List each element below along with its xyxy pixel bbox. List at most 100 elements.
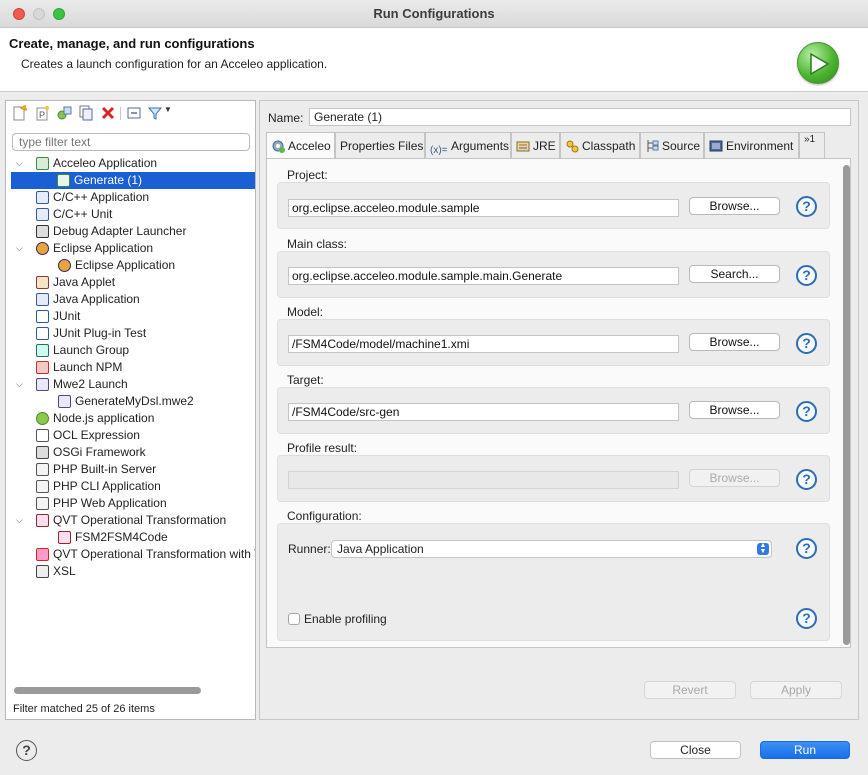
- run-button[interactable]: Run: [760, 741, 850, 759]
- tree-item[interactable]: PHP CLI Application: [6, 478, 255, 495]
- model-help-icon[interactable]: ?: [796, 333, 817, 354]
- expand-chevron-down-icon[interactable]: ⌵: [16, 155, 26, 172]
- tree-item[interactable]: GenerateMyDsl.mwe2: [6, 393, 255, 410]
- php-icon: [36, 480, 49, 493]
- horizontal-scrollbar[interactable]: [14, 687, 201, 694]
- revert-button[interactable]: Revert: [644, 681, 736, 699]
- tab-arguments[interactable]: (x)= Arguments: [425, 132, 511, 158]
- tree-item[interactable]: Eclipse Application: [6, 257, 255, 274]
- enable-profiling-checkbox[interactable]: [288, 613, 300, 625]
- main-class-search-button[interactable]: Search...: [689, 265, 780, 283]
- configuration-editor-panel: Name: Generate (1) Acceleo Properties Fi…: [259, 100, 859, 720]
- junit-plugin-icon: [36, 327, 49, 340]
- project-help-icon[interactable]: ?: [796, 196, 817, 217]
- model-input[interactable]: /FSM4Code/model/machine1.xmi: [288, 335, 679, 353]
- collapse-all-icon[interactable]: [126, 105, 142, 121]
- tab-jre-label: JRE: [533, 139, 556, 153]
- filter-icon[interactable]: [147, 105, 163, 121]
- tree-item[interactable]: C/C++ Unit: [6, 206, 255, 223]
- tree-item-label: Eclipse Application: [75, 258, 176, 272]
- runner-select-value: Java Application: [337, 542, 424, 556]
- tree-item-label: Eclipse Application: [53, 241, 154, 255]
- close-button[interactable]: Close: [650, 741, 741, 759]
- tree-item[interactable]: OCL Expression: [6, 427, 255, 444]
- main-class-label: Main class:: [287, 237, 348, 251]
- name-label: Name:: [268, 111, 304, 125]
- tree-item-label: Acceleo Application: [53, 156, 158, 170]
- duplicate-config-icon[interactable]: [78, 105, 94, 121]
- tree-item-label: C/C++ Unit: [53, 207, 113, 221]
- tree-item[interactable]: PHP Web Application: [6, 495, 255, 512]
- tree-item[interactable]: ⌵ Mwe2 Launch: [6, 376, 255, 393]
- tree-item-label: Launch Group: [53, 343, 130, 357]
- launch-group-icon: [36, 344, 49, 357]
- target-input[interactable]: /FSM4Code/src-gen: [288, 403, 679, 421]
- c-unit-icon: [36, 208, 49, 221]
- expand-chevron-down-icon[interactable]: ⌵: [16, 512, 26, 529]
- target-browse-button[interactable]: Browse...: [689, 401, 780, 419]
- new-prototype-icon[interactable]: P: [34, 105, 50, 121]
- qvt-trace-icon: [36, 548, 49, 561]
- tree-item[interactable]: QVT Operational Transformation with Trac…: [6, 546, 255, 563]
- tree-item-selected[interactable]: Generate (1): [11, 172, 255, 189]
- expand-chevron-down-icon[interactable]: ⌵: [16, 240, 26, 257]
- tab-properties-files[interactable]: Properties Files: [335, 132, 425, 158]
- tree-item[interactable]: Launch NPM: [6, 359, 255, 376]
- tab-jre[interactable]: JRE: [511, 132, 560, 158]
- tab-classpath[interactable]: Classpath: [560, 132, 640, 158]
- name-input[interactable]: Generate (1): [309, 108, 851, 126]
- tab-overflow-button[interactable]: »1: [799, 132, 825, 158]
- profile-result-help-icon[interactable]: ?: [796, 469, 817, 490]
- tree-item[interactable]: Node.js application: [6, 410, 255, 427]
- tree-item[interactable]: ⌵ Eclipse Application: [6, 240, 255, 257]
- tree-item[interactable]: ⌵ Acceleo Application: [6, 155, 255, 172]
- tree-item[interactable]: JUnit: [6, 308, 255, 325]
- filter-input[interactable]: [12, 133, 250, 151]
- delete-config-icon[interactable]: [100, 105, 116, 121]
- tree-item[interactable]: PHP Built-in Server: [6, 461, 255, 478]
- apply-button[interactable]: Apply: [750, 681, 842, 699]
- tab-environment-label: Environment: [726, 139, 794, 153]
- java-applet-icon: [36, 276, 49, 289]
- profile-result-input: [288, 471, 679, 489]
- toolbar-divider: [120, 107, 121, 120]
- project-browse-button[interactable]: Browse...: [689, 197, 780, 215]
- export-config-icon[interactable]: [56, 105, 72, 121]
- junit-icon: [36, 310, 49, 323]
- tab-overflow-label: »1: [804, 134, 816, 145]
- tab-environment[interactable]: Environment: [704, 132, 799, 158]
- profiling-help-icon[interactable]: ?: [796, 608, 817, 629]
- tree-item[interactable]: C/C++ Application: [6, 189, 255, 206]
- tree-item[interactable]: ⌵ QVT Operational Transformation: [6, 512, 255, 529]
- profile-result-browse-button: Browse...: [689, 469, 780, 487]
- filter-menu-chevron-down-icon[interactable]: ▼: [164, 105, 174, 121]
- runner-select[interactable]: Java Application ▲ ▼: [331, 540, 772, 558]
- php-icon: [36, 497, 49, 510]
- model-browse-button[interactable]: Browse...: [689, 333, 780, 351]
- tree-item-label: QVT Operational Transformation with Trac…: [53, 547, 255, 561]
- dialog-help-icon[interactable]: ?: [16, 740, 37, 761]
- tree-item[interactable]: JUnit Plug-in Test: [6, 325, 255, 342]
- vertical-scrollbar[interactable]: [843, 165, 850, 645]
- mwe2-file-icon: [58, 395, 71, 408]
- tree-item[interactable]: Java Application: [6, 291, 255, 308]
- new-config-icon[interactable]: [12, 104, 28, 121]
- tab-source[interactable]: Source: [640, 132, 704, 158]
- main-class-input[interactable]: org.eclipse.acceleo.module.sample.main.G…: [288, 267, 679, 285]
- expand-chevron-down-icon[interactable]: ⌵: [16, 376, 26, 393]
- tree-item[interactable]: OSGi Framework: [6, 444, 255, 461]
- model-label: Model:: [287, 305, 324, 319]
- tree-item[interactable]: XSL: [6, 563, 255, 580]
- tree-item[interactable]: Java Applet: [6, 274, 255, 291]
- target-help-icon[interactable]: ?: [796, 401, 817, 422]
- runner-help-icon[interactable]: ?: [796, 538, 817, 559]
- acceleo-icon: [36, 157, 49, 170]
- tree-item-label: Node.js application: [53, 411, 155, 425]
- window-title: Run Configurations: [373, 6, 495, 21]
- main-class-help-icon[interactable]: ?: [796, 265, 817, 286]
- tree-item[interactable]: Launch Group: [6, 342, 255, 359]
- tree-item[interactable]: Debug Adapter Launcher: [6, 223, 255, 240]
- tree-item[interactable]: FSM2FSM4Code: [6, 529, 255, 546]
- tab-acceleo[interactable]: Acceleo: [266, 132, 335, 160]
- project-input[interactable]: org.eclipse.acceleo.module.sample: [288, 199, 679, 217]
